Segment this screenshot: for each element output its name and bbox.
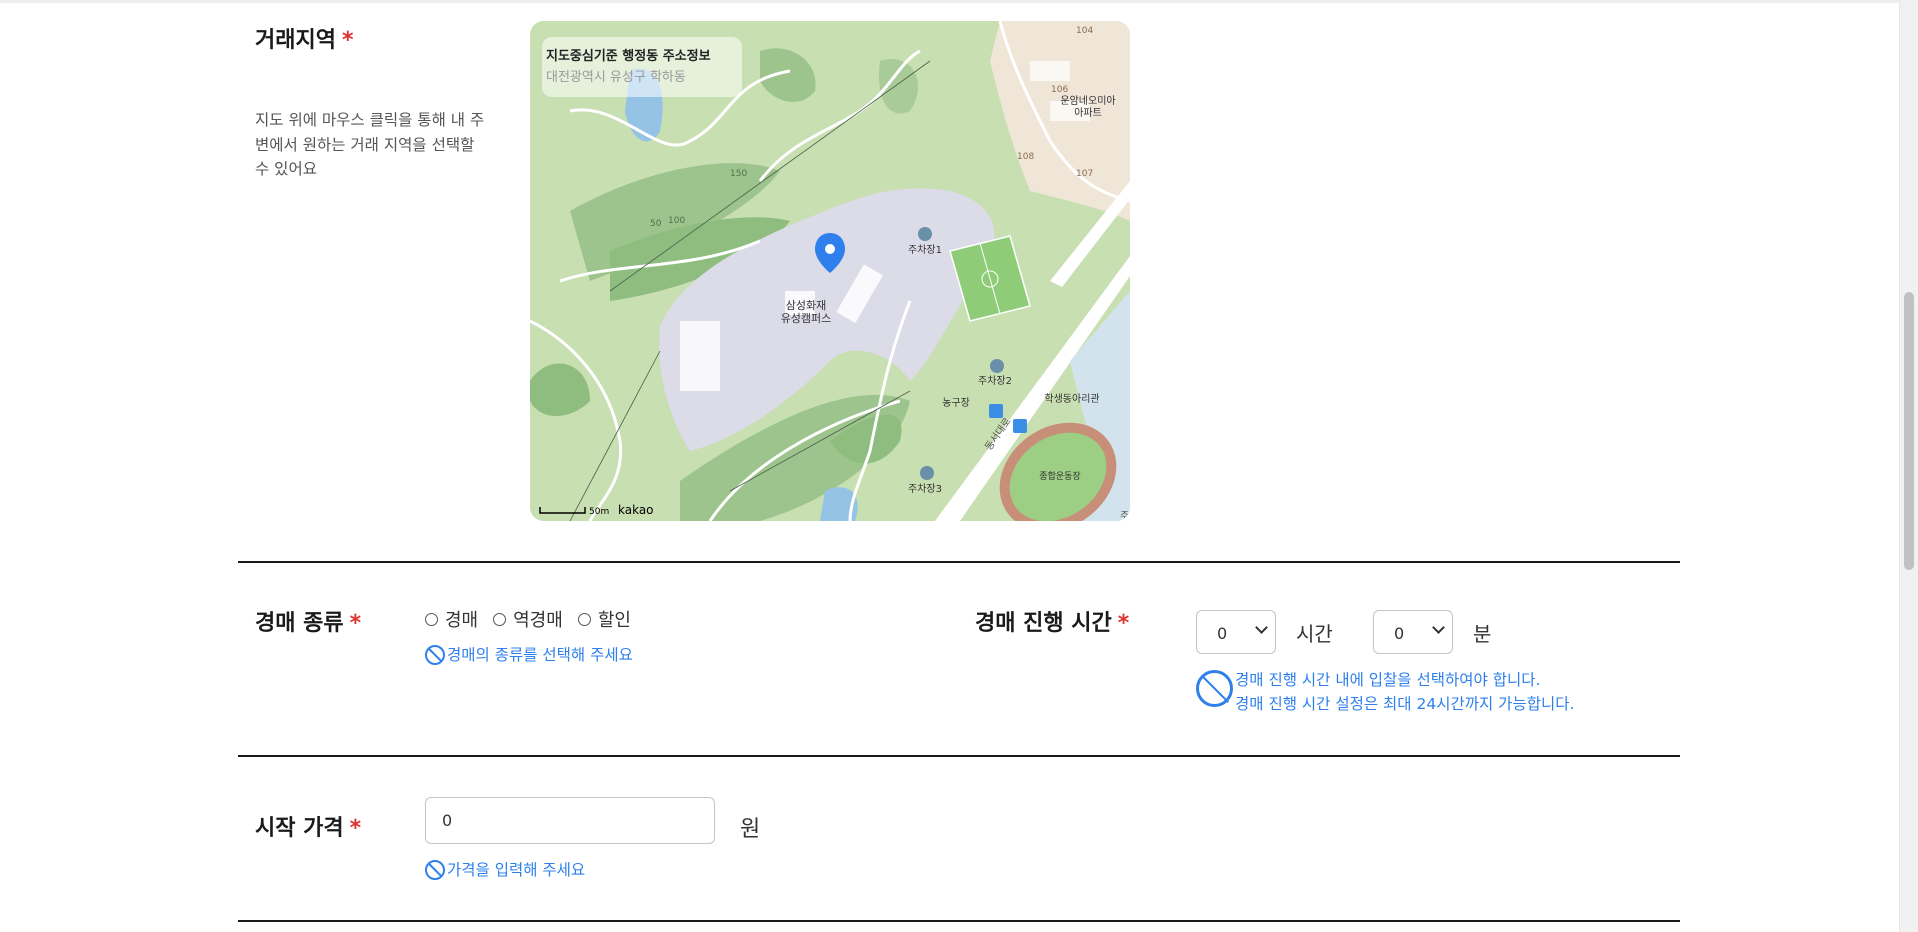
map-label-court: 농구장: [942, 397, 970, 409]
map-label-club: 학생동아리관: [1044, 393, 1099, 405]
section-divider: [238, 920, 1680, 922]
radio-option-discount[interactable]: 할인: [577, 606, 631, 632]
auction-duration-hint: 경매 진행 시간 내에 입찰을 선택하여야 합니다. 경매 진행 시간 설정은 …: [1196, 668, 1574, 716]
auction-type-hint-text: 경매의 종류를 선택해 주세요: [447, 646, 633, 664]
section-divider: [238, 561, 1680, 563]
map-label-b106: 106: [1051, 85, 1068, 95]
scrollbar-thumb[interactable]: [1904, 292, 1914, 570]
region-label-text: 거래지역: [255, 28, 336, 53]
map-scale-label: 50m: [589, 507, 609, 517]
price-unit: 원: [740, 817, 761, 842]
radio-button[interactable]: [493, 612, 507, 626]
map-contour-label: 50: [650, 219, 662, 229]
map-contour-label: 100: [668, 216, 685, 226]
map-label-parking2: 주차장2: [978, 375, 1012, 387]
auction-type-hint: 경매의 종류를 선택해 주세요: [425, 643, 633, 667]
start-price-label-text: 시작 가격: [255, 816, 344, 841]
hint-line-1: 경매 진행 시간 내에 입찰을 선택하여야 합니다.: [1235, 671, 1541, 689]
auction-type-label-text: 경매 종류: [255, 611, 344, 636]
start-price-label: 시작 가격 *: [255, 810, 361, 842]
map-label-b104: 104: [1076, 26, 1093, 36]
vertical-scrollbar[interactable]: [1899, 0, 1918, 932]
auction-duration-label-text: 경매 진행 시간: [975, 611, 1112, 636]
map-label-b107: 107: [1076, 169, 1093, 179]
radio-option-auction[interactable]: 경매: [425, 606, 478, 632]
map-label-parking3: 주차장3: [908, 483, 942, 495]
minutes-select-value: 0: [1394, 624, 1405, 643]
radio-label: 역경매: [513, 610, 563, 631]
hint-line-2: 경매 진행 시간 설정은 최대 24시간까지 가능합니다.: [1235, 695, 1575, 713]
map-label-poi-line1: 삼성화재 유성캠퍼스: [781, 299, 832, 325]
auction-type-radio-group: 경매 역경매 할인: [425, 606, 646, 632]
required-mark: *: [341, 28, 354, 53]
start-price-value: 0: [442, 811, 453, 830]
start-price-hint: 가격을 입력해 주세요: [425, 858, 585, 882]
radio-button[interactable]: [425, 612, 438, 626]
map-label-stadium: 종합운동장: [1039, 471, 1080, 482]
map-contour-label: 150: [730, 169, 747, 179]
minutes-select[interactable]: 0: [1373, 610, 1453, 654]
required-mark: *: [349, 611, 362, 636]
map-info-title: 지도중심기준 행정동 주소정보: [546, 49, 711, 64]
required-mark: *: [1117, 611, 1130, 636]
region-description: 지도 위에 마우스 클릭을 통해 내 주변에서 원하는 거래 지역을 선택할 수…: [255, 111, 485, 178]
auction-duration-label: 경매 진행 시간 *: [975, 605, 1129, 637]
hours-unit: 시간: [1296, 622, 1333, 646]
section-divider: [238, 755, 1680, 757]
hours-select-value: 0: [1217, 624, 1228, 643]
radio-label: 할인: [597, 610, 631, 631]
prohibited-icon: [425, 860, 445, 880]
map-label-b108: 108: [1017, 152, 1034, 162]
region-label: 거래지역 *: [255, 22, 353, 54]
chevron-down-icon: [1432, 621, 1445, 634]
radio-button[interactable]: [577, 612, 591, 626]
start-price-input[interactable]: 0: [425, 797, 715, 844]
map-label-parking1: 주차장1: [908, 244, 942, 256]
hours-select[interactable]: 0: [1196, 610, 1276, 654]
radio-option-reverse-auction[interactable]: 역경매: [493, 606, 563, 632]
map-info-address: 대전광역시 유성구 학하동: [546, 70, 686, 85]
map-brand-logo: kakao: [618, 503, 654, 517]
radio-label: 경매: [445, 610, 479, 631]
map-address-info: 지도중심기준 행정동 주소정보 대전광역시 유성구 학하동: [542, 37, 742, 97]
region-map[interactable]: 삼성화재 유성캠퍼스 주차장1 주차장2 주차장3 농구장 학생동아리관 종합운동…: [530, 21, 1130, 521]
chevron-down-icon: [1255, 621, 1268, 634]
auction-type-label: 경매 종류 *: [255, 605, 361, 637]
map-edge-label: 주: [1120, 511, 1129, 521]
prohibited-icon: [425, 645, 445, 665]
start-price-hint-text: 가격을 입력해 주세요: [447, 861, 586, 879]
required-mark: *: [349, 816, 362, 841]
prohibited-icon: [1196, 670, 1233, 707]
auction-duration-hint-text: 경매 진행 시간 내에 입찰을 선택하여야 합니다. 경매 진행 시간 설정은 …: [1235, 668, 1574, 716]
minutes-unit: 분: [1473, 622, 1492, 646]
top-border: [0, 0, 1900, 3]
